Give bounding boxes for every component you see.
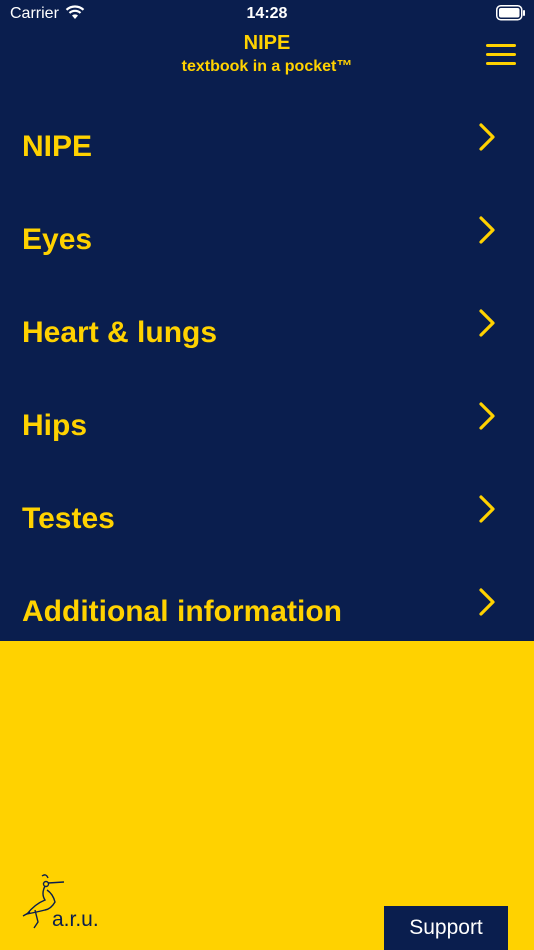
list-item-eyes[interactable]: Eyes	[0, 193, 534, 286]
chevron-right-icon	[479, 495, 495, 523]
chevron-right-icon	[479, 123, 495, 151]
list-item-testes[interactable]: Testes	[0, 472, 534, 565]
battery-icon	[496, 5, 525, 21]
chevron-right-icon	[479, 402, 495, 430]
list-item-label: Testes	[22, 502, 115, 535]
list-item-nipe[interactable]: NIPE	[0, 100, 534, 193]
support-button[interactable]: Support	[384, 906, 508, 950]
list-item-additional-information[interactable]: Additional information	[0, 565, 534, 658]
list-item-label: Hips	[22, 409, 88, 442]
list-item-label: Eyes	[22, 223, 93, 256]
chevron-right-icon	[479, 216, 495, 244]
chevron-right-icon	[479, 309, 495, 337]
chevron-right-icon	[479, 588, 495, 616]
list-item-label: NIPE	[22, 130, 93, 163]
aru-logo-text: a.r.u.	[52, 908, 99, 931]
list-item-heart-lungs[interactable]: Heart & lungs	[0, 286, 534, 379]
list-item-label: Additional information	[22, 595, 342, 628]
status-bar: Carrier 14:28	[0, 0, 534, 28]
list-item-hips[interactable]: Hips	[0, 379, 534, 472]
list-item-label: Heart & lungs	[22, 316, 218, 349]
menu-panel: Carrier 14:28 NIPE textbook in a pocket™…	[0, 0, 534, 641]
topic-list: NIPE Eyes Heart & lungs Hips Testes Addi…	[0, 100, 534, 658]
page-title: NIPE	[243, 32, 291, 54]
clock: 14:28	[246, 5, 288, 22]
hamburger-menu-icon[interactable]	[486, 44, 516, 66]
page-subtitle: textbook in a pocket™	[181, 58, 353, 75]
